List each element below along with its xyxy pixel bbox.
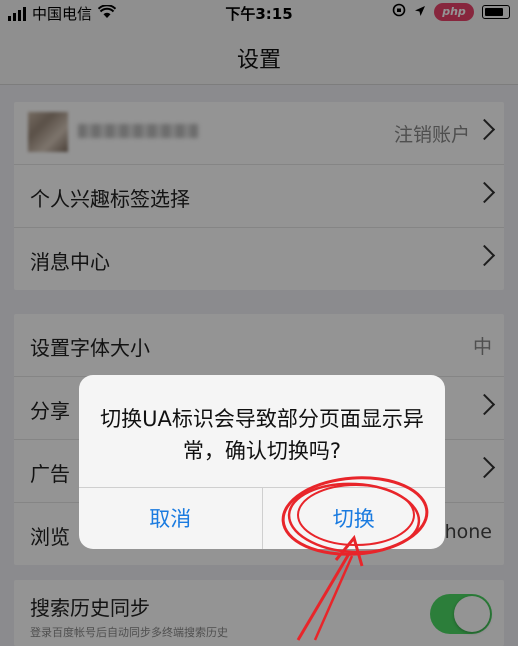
confirm-switch-button[interactable]: 切换 xyxy=(263,488,446,549)
dialog-message: 切换UA标识会导致部分页面显示异常，确认切换吗? xyxy=(100,407,424,463)
modal-overlay xyxy=(0,0,518,646)
dialog-buttons: 取消 切换 xyxy=(79,487,445,549)
cancel-button[interactable]: 取消 xyxy=(79,488,263,549)
ua-switch-dialog: 切换UA标识会导致部分页面显示异常，确认切换吗? 取消 切换 xyxy=(79,375,445,549)
settings-screen: 中国电信 下午3:15 php 设置 注销账户 个人兴趣标签选择 消息中心 设置… xyxy=(0,0,518,646)
